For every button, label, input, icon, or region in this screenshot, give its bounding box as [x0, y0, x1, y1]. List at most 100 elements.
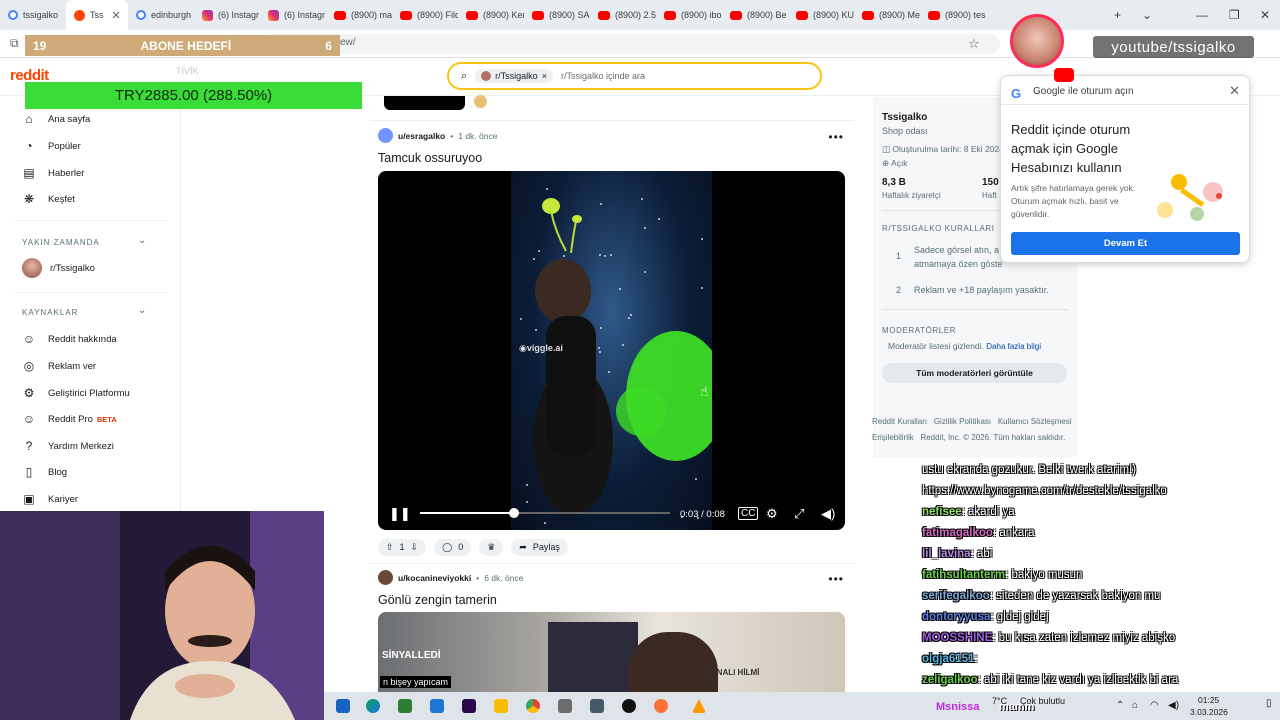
sidebar-toggle-icon[interactable]: ⧉ [10, 36, 19, 51]
folder-icon[interactable] [494, 699, 508, 713]
share-button[interactable]: ➦ Paylaş [511, 538, 568, 556]
post-options-icon[interactable]: ••• [828, 130, 844, 144]
notifications-icon[interactable]: ▯ [1266, 698, 1272, 709]
resources-collapse-chevron-icon[interactable]: ⌄ [138, 305, 146, 316]
pause-button[interactable]: ❚❚ [389, 506, 411, 522]
continue-button[interactable]: Devam Et [1011, 232, 1240, 255]
post-title[interactable]: Gönlü zengin tamerin [370, 593, 854, 607]
wifi-icon[interactable]: ◠ [1150, 700, 1159, 711]
footer-link-agreement[interactable]: Kullanıcı Sözleşmesi [998, 417, 1072, 426]
browser-tab[interactable]: (8900) Filo [392, 0, 458, 30]
sidebar-item-news[interactable]: ▤ Haberler [22, 166, 84, 180]
browser-tab[interactable]: (8900) KU [788, 0, 854, 30]
video-progress-bar[interactable] [420, 508, 670, 518]
close-window-button[interactable]: ✕ [1260, 0, 1270, 30]
post-thumbnail[interactable]: SİNYALLEDİ n bişey yapıcam TUNALI HİLMİ [378, 612, 845, 692]
browser-tab[interactable]: (6) Instagr [194, 0, 260, 30]
minimize-button[interactable]: — [1196, 0, 1208, 30]
maximize-button[interactable]: ❐ [1229, 0, 1240, 30]
footer-link-rules[interactable]: Reddit Kuralları [872, 417, 927, 426]
sidebar-item-popular[interactable]: ◔ Popüler [22, 139, 80, 153]
captions-icon[interactable]: CC [738, 507, 759, 520]
post-card[interactable]: u/esragalko • 1 dk. önce ••• Tamcuk ossu… [370, 128, 854, 165]
close-tab-icon[interactable]: ✕ [112, 9, 121, 22]
browser-tab[interactable]: (8900) Me [854, 0, 920, 30]
new-tab-button[interactable]: + [1114, 0, 1121, 30]
post-options-icon[interactable]: ••• [828, 572, 844, 586]
previous-post-thumbnail[interactable] [384, 96, 465, 110]
browser-tab[interactable]: Tss ✕ [66, 0, 128, 30]
rule-text[interactable]: Sadece görsel atın, a [914, 245, 999, 255]
chat-username[interactable]: MOOSSHINE [922, 632, 992, 644]
vlc-icon[interactable] [692, 699, 706, 713]
settings-gear-icon[interactable]: ⚙ [766, 506, 778, 522]
volume-tray-icon[interactable]: ◀) [1168, 700, 1179, 711]
rule-text[interactable]: Reklam ve +18 paylaşım yasaktır. [914, 285, 1049, 295]
footer-link-privacy[interactable]: Gizlilik Politikası [934, 417, 991, 426]
post-author[interactable]: u/kocanineviyokki [398, 573, 471, 583]
premiere-icon[interactable] [462, 699, 476, 713]
sidebar-item-career[interactable]: ▣ Kariyer [22, 492, 78, 506]
sidebar-item-recent-tssigalko[interactable]: r/Tssigalko [22, 258, 95, 278]
chat-username[interactable]: dontcryyusa [922, 611, 990, 623]
chat-username[interactable]: zeligalkoo [922, 674, 978, 686]
browser-tab[interactable]: (8900) 2.5 [590, 0, 656, 30]
chrome-icon[interactable] [526, 699, 540, 713]
browser-tab[interactable]: (8900) SAF [524, 0, 590, 30]
video-player[interactable]: ◉viggle.ai ❚❚ 0:03 / 0:08 CC ⚙ ⤢ ◀) [378, 171, 845, 530]
view-all-moderators-button[interactable]: Tüm moderatörleri görüntüle [882, 363, 1067, 383]
upvote-icon[interactable]: ⇧ [386, 542, 394, 553]
browser-tab[interactable]: tssigalko [0, 0, 66, 30]
network-icon[interactable]: ⌂ [1132, 700, 1138, 711]
obs-icon[interactable] [622, 699, 636, 713]
sidebar-item-about-reddit[interactable]: ☺ Reddit hakkında [22, 332, 117, 346]
user-avatar[interactable] [378, 570, 393, 585]
browser-tab[interactable]: edinburgh [128, 0, 194, 30]
bookmark-star-icon[interactable]: ☆ [968, 36, 980, 52]
chat-username[interactable]: fatimagalkoo [922, 527, 993, 539]
video-scrub-handle[interactable] [508, 508, 519, 518]
chat-username[interactable]: olgja6151 [922, 653, 974, 665]
settings-app-icon[interactable] [558, 699, 572, 713]
user-avatar[interactable] [378, 128, 393, 143]
browser-tab[interactable]: (6) Instagr [260, 0, 326, 30]
store-icon[interactable] [398, 699, 412, 713]
chat-username[interactable]: fatihsultanterm [922, 569, 1005, 581]
post-title[interactable]: Tamcuk ossuruyoo [370, 151, 854, 165]
subreddit-search-chip[interactable]: r/Tssigalko × [475, 69, 553, 83]
chat-username[interactable]: nefisee [922, 506, 962, 518]
url-field[interactable]: ew/ [260, 34, 1000, 54]
edge-browser-icon[interactable] [366, 699, 380, 713]
explorer-icon[interactable] [590, 699, 604, 713]
sidebar-item-reddit-pro[interactable]: ☺ Reddit Pro BETA [22, 412, 117, 426]
volume-icon[interactable]: ◀) [821, 506, 835, 522]
fullscreen-icon[interactable]: ⤢ [794, 506, 804, 522]
award-button[interactable]: ♛ [479, 538, 504, 556]
sidebar-item-developer[interactable]: ⚙ Geliştirici Platformu [22, 386, 130, 400]
chat-username[interactable]: lil_lavina [922, 548, 971, 560]
browser-tab[interactable]: (8900) ma [326, 0, 392, 30]
clock-date[interactable]: 3.03.2026 [1190, 707, 1228, 717]
firefox-icon[interactable] [654, 699, 668, 713]
start-menu-icon[interactable] [336, 699, 350, 713]
browser-tab[interactable]: (8900) Be [722, 0, 788, 30]
learn-more-link[interactable]: Daha fazla bilgi [986, 342, 1041, 351]
close-icon[interactable]: ✕ [1229, 83, 1240, 99]
clock-time[interactable]: 01:25 [1198, 695, 1219, 705]
sidebar-item-help[interactable]: ? Yardım Merkezi [22, 439, 114, 453]
sidebar-item-explore[interactable]: ❋ Keşfet [22, 192, 75, 206]
tab-search-chevron-icon[interactable]: ⌄ [1142, 0, 1152, 30]
browser-tab[interactable]: (8900) Ker [458, 0, 524, 30]
sidebar-item-home[interactable]: ⌂ Ana sayfa [22, 112, 90, 126]
chat-username[interactable]: serifegalkoo [922, 590, 990, 602]
browser-tab[interactable]: (8900) tes [920, 0, 986, 30]
sidebar-item-blog[interactable]: ▯ Blog [22, 465, 67, 479]
downvote-icon[interactable]: ⇩ [411, 542, 419, 553]
recent-collapse-chevron-icon[interactable]: ⌄ [138, 235, 146, 246]
comments-button[interactable]: ◯ 0 [434, 538, 472, 556]
chip-close-icon[interactable]: × [542, 71, 547, 81]
search-input[interactable]: ⌕ r/Tssigalko × r/Tssigalko içinde ara [447, 62, 822, 90]
tray-chevron-icon[interactable]: ⌃ [1116, 700, 1124, 711]
browser-tab[interactable]: (8900) ibo [656, 0, 722, 30]
post-card[interactable]: u/kocanineviyokki • 6 dk. önce ••• Gönlü… [370, 570, 854, 607]
